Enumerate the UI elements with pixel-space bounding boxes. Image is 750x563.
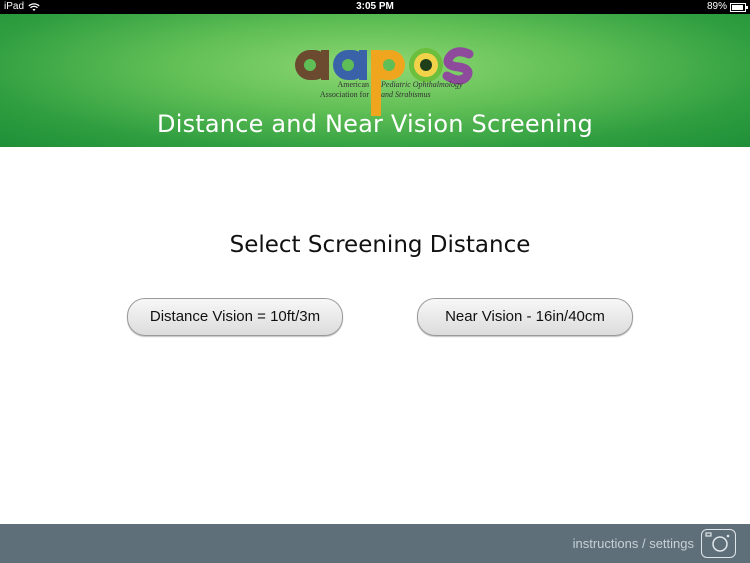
logo-letter-s bbox=[442, 47, 474, 85]
status-bar: iPad 3:05 PM 89% bbox=[0, 0, 750, 14]
near-vision-button[interactable]: Near Vision - 16in/40cm bbox=[417, 298, 633, 336]
logo-org-right: Pediatric Ophthalmology and Strabismus bbox=[381, 80, 501, 100]
header-banner: American Association for Pediatric Ophth… bbox=[0, 14, 750, 147]
logo-org-right-line2: and Strabismus bbox=[381, 90, 431, 99]
logo-org-right-line1: Pediatric Ophthalmology bbox=[381, 80, 463, 89]
logo-org-left-line1: American bbox=[337, 80, 369, 89]
logo-letter-o bbox=[409, 48, 443, 82]
distance-vision-button[interactable]: Distance Vision = 10ft/3m bbox=[127, 298, 343, 336]
logo-org-left-line2: Association for bbox=[319, 90, 369, 99]
bottom-toolbar: instructions / settings bbox=[0, 524, 750, 563]
instructions-settings-link[interactable]: instructions / settings bbox=[573, 536, 694, 551]
logo-letter-a2 bbox=[333, 50, 367, 80]
status-time: 3:05 PM bbox=[356, 1, 394, 12]
battery-percent: 89% bbox=[706, 1, 727, 12]
battery-icon bbox=[730, 2, 748, 12]
status-right: 89% bbox=[706, 0, 748, 14]
aapos-logo-mark bbox=[295, 47, 474, 116]
camera-button[interactable] bbox=[701, 529, 736, 558]
logo-letter-a1 bbox=[295, 50, 329, 80]
header-title: Distance and Near Vision Screening bbox=[157, 110, 593, 138]
aapos-logo: American Association for Pediatric Ophth… bbox=[295, 36, 495, 116]
select-distance-title: Select Screening Distance bbox=[229, 232, 531, 258]
camera-icon bbox=[705, 532, 730, 552]
logo-org-left: American Association for bbox=[307, 80, 369, 100]
